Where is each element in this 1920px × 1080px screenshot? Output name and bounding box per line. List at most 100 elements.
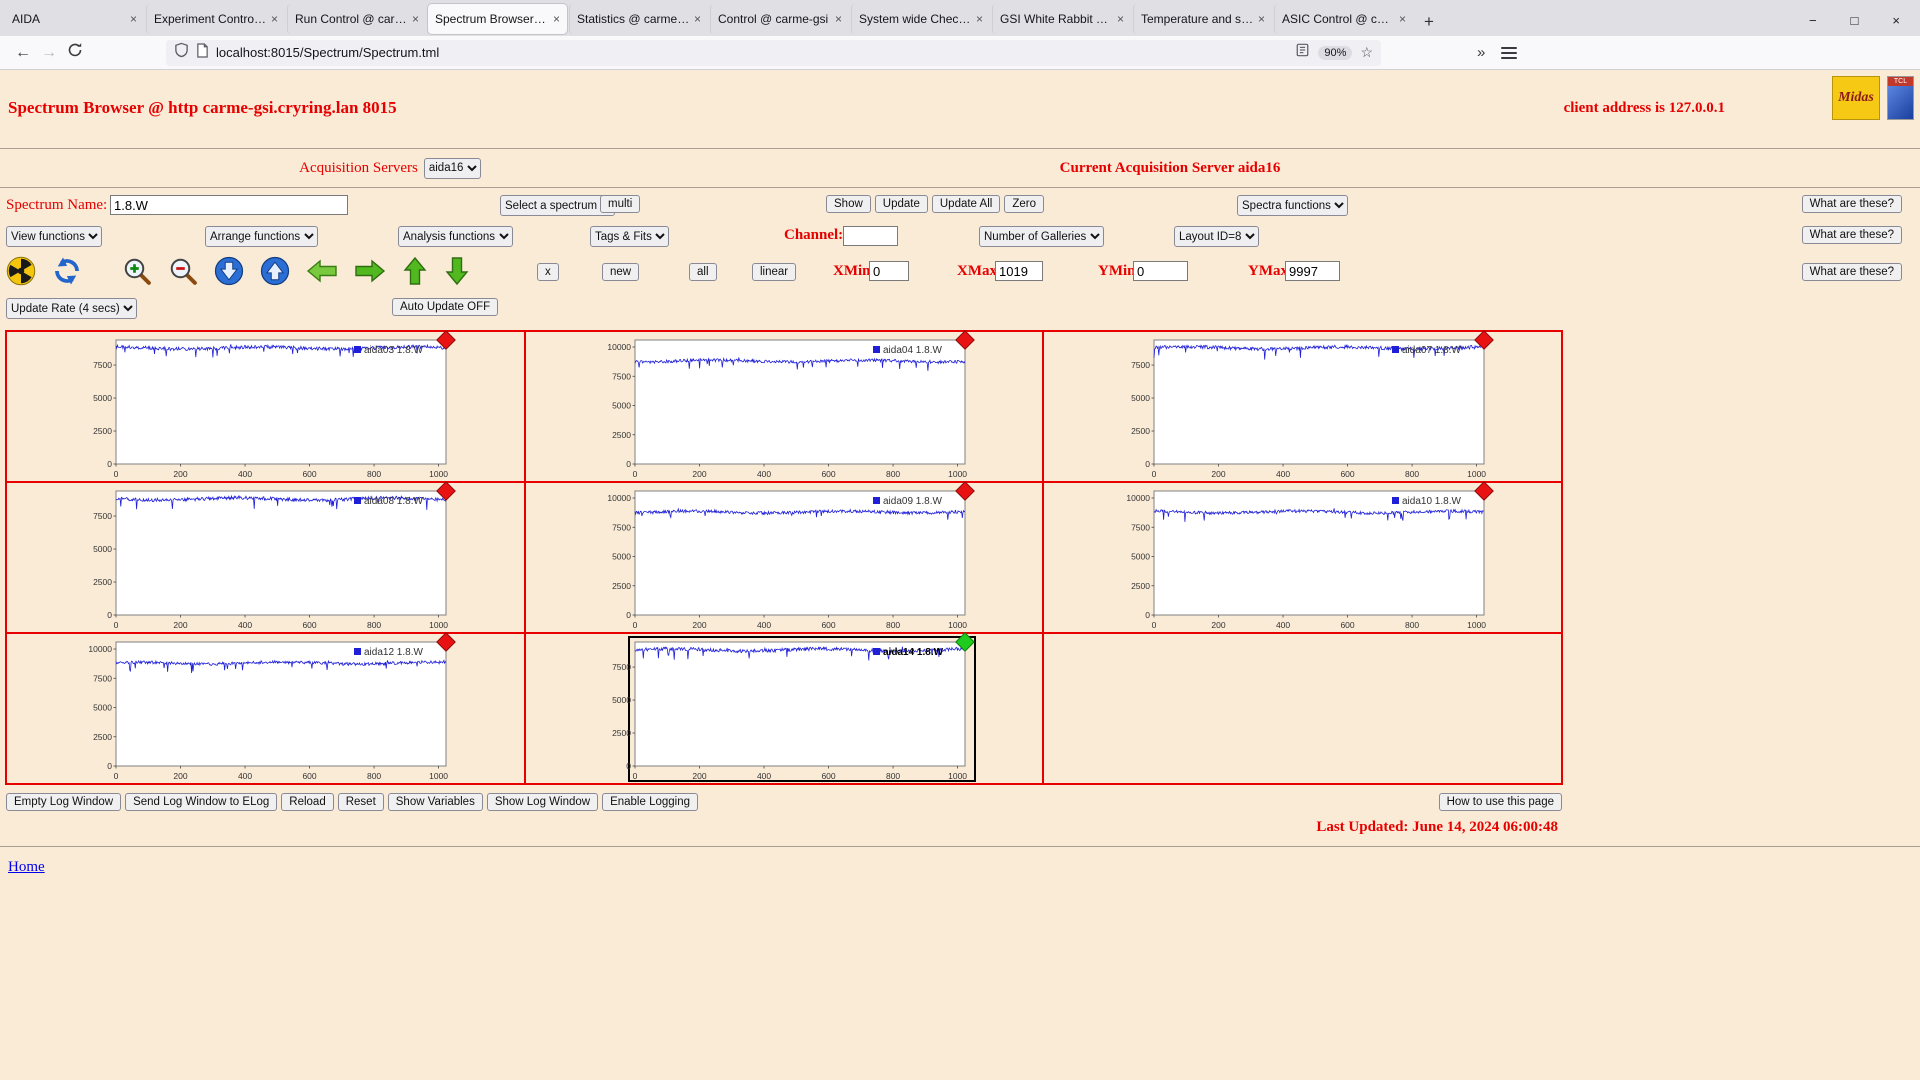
tab-close-icon[interactable]: ×	[1258, 12, 1265, 26]
view-functions-dropdown[interactable]: View functions	[6, 226, 102, 247]
action-button[interactable]: Show	[826, 195, 871, 213]
select-spectrum-dropdown[interactable]: Select a spectrum	[500, 195, 615, 216]
browser-tab[interactable]: AIDA ×	[5, 4, 144, 34]
browser-tab[interactable]: Control @ carme-gsi ×	[710, 4, 849, 34]
tab-close-icon[interactable]: ×	[130, 12, 137, 26]
arrow-right-icon[interactable]	[354, 258, 386, 284]
browser-tab[interactable]: Experiment Control @ carme-gsi ×	[146, 4, 285, 34]
footer-button[interactable]: Reload	[281, 793, 334, 811]
what-are-these-button[interactable]: What are these?	[1801, 226, 1902, 244]
footer-button[interactable]: Enable Logging	[602, 793, 699, 811]
back-button[interactable]: ←	[10, 44, 36, 62]
url-bar[interactable]: localhost:8015/Spectrum/Spectrum.tml 90%…	[166, 39, 1381, 66]
toolbar-new-button[interactable]: new	[602, 263, 640, 281]
svg-text:0: 0	[1145, 459, 1150, 469]
spectra-functions-dropdown[interactable]: Spectra functions	[1237, 195, 1348, 216]
toolbar-x-button[interactable]: x	[537, 263, 559, 281]
tab-close-icon[interactable]: ×	[1399, 12, 1406, 26]
footer-button[interactable]: Send Log Window to ELog	[125, 793, 278, 811]
xmax-input[interactable]	[995, 261, 1043, 281]
xmin-input[interactable]	[869, 261, 909, 281]
what-are-these-button[interactable]: What are these?	[1801, 195, 1902, 213]
home-link[interactable]: Home	[8, 859, 45, 876]
bookmark-star-icon[interactable]: ☆	[1360, 44, 1373, 61]
maximize-button[interactable]: □	[1851, 13, 1859, 28]
arrow-left-icon[interactable]	[306, 258, 338, 284]
tab-close-icon[interactable]: ×	[1117, 12, 1124, 26]
page-info-icon[interactable]	[196, 42, 209, 63]
gallery-cell: 0 2500 5000 7500 0 200 400 600 800 1000 aida08 1.8…	[6, 480, 525, 633]
tab-close-icon[interactable]: ×	[694, 12, 701, 26]
spectrum-panel[interactable]: 0 2500 5000 7500 0 200 400 600 800 1000 aida07 1.8…	[1114, 329, 1494, 480]
spectrum-panel[interactable]: 0 2500 5000 7500 0 200 400 600 800 1000 aida08 1.8…	[76, 480, 457, 631]
galleries-dropdown[interactable]: Number of Galleries	[979, 226, 1104, 247]
toolbar-all-button[interactable]: all	[689, 263, 717, 281]
legend-swatch	[1391, 345, 1399, 353]
arrow-down-icon[interactable]	[444, 256, 470, 286]
action-button[interactable]: Zero	[1004, 195, 1044, 213]
what-are-these-button[interactable]: What are these?	[1801, 263, 1902, 281]
footer-button[interactable]: Show Variables	[387, 793, 483, 811]
spectrum-panel[interactable]: 0 2500 5000 7500 0 200 400 600 800 1000 aida03 1.8…	[76, 329, 457, 480]
layout-id-dropdown[interactable]: Layout ID=8	[1174, 226, 1259, 247]
url-text[interactable]: localhost:8015/Spectrum/Spectrum.tml	[216, 45, 439, 60]
sphere-up-icon[interactable]	[260, 256, 290, 286]
action-button[interactable]: Update	[874, 195, 928, 213]
toolbar-linear-button[interactable]: linear	[752, 263, 797, 281]
reader-mode-icon[interactable]	[1295, 43, 1310, 62]
zoom-in-icon[interactable]	[122, 256, 152, 286]
tab-close-icon[interactable]: ×	[271, 12, 278, 26]
browser-tab[interactable]: Statistics @ carme-gsi ×	[569, 4, 708, 34]
browser-tab[interactable]: GSI White Rabbit Timing ×	[992, 4, 1131, 34]
reload-button[interactable]	[62, 42, 88, 63]
tcl-powered-logo[interactable]: TCL	[1887, 76, 1914, 120]
new-tab-button[interactable]: +	[1414, 12, 1444, 36]
overflow-menu-icon[interactable]: »	[1477, 44, 1485, 61]
channel-input[interactable]	[843, 226, 898, 246]
tab-close-icon[interactable]: ×	[835, 12, 842, 26]
svg-text:0: 0	[626, 459, 631, 469]
spectrum-name-input[interactable]	[110, 195, 348, 215]
footer-button[interactable]: Show Log Window	[486, 793, 599, 811]
refresh-icon[interactable]	[52, 256, 82, 286]
spectrum-panel[interactable]: 0 2500 5000 7500 10000 0 200 400 600 800 1000 aida0…	[595, 329, 975, 480]
browser-tab[interactable]: Spectrum Browser @ localhost ×	[428, 4, 567, 34]
radiation-icon[interactable]	[6, 256, 36, 286]
tab-close-icon[interactable]: ×	[976, 12, 983, 26]
menu-icon[interactable]	[1501, 46, 1518, 59]
footer-button[interactable]: Reset	[337, 793, 384, 811]
arrange-functions-dropdown[interactable]: Arrange functions	[205, 226, 318, 247]
icon-toolbar-row: XMin XMax YMin YMax What are these? x new…	[0, 254, 1910, 294]
close-window-button[interactable]: ×	[1892, 13, 1900, 28]
action-button[interactable]: Update All	[931, 195, 1001, 213]
tab-close-icon[interactable]: ×	[553, 12, 560, 26]
tab-close-icon[interactable]: ×	[412, 12, 419, 26]
midas-logo[interactable]: Midas	[1832, 76, 1880, 120]
zoom-level-badge[interactable]: 90%	[1318, 45, 1353, 60]
spectrum-name-row: Spectrum Name: Select a spectrum multi S…	[0, 193, 1910, 220]
ymin-input[interactable]	[1133, 261, 1188, 281]
how-to-use-button[interactable]: How to use this page	[1438, 793, 1562, 811]
browser-tab[interactable]: Run Control @ carme-gsi ×	[287, 4, 426, 34]
analysis-functions-dropdown[interactable]: Analysis functions	[398, 226, 513, 247]
sphere-down-icon[interactable]	[214, 256, 244, 286]
spectrum-panel[interactable]: 0 2500 5000 7500 10000 0 200 400 600 800 1000 aida1…	[76, 631, 457, 782]
browser-tab[interactable]: System wide Checks @ carme-gsi ×	[851, 4, 990, 34]
tags-fits-dropdown[interactable]: Tags & Fits	[590, 226, 669, 247]
footer-button[interactable]: Empty Log Window	[6, 793, 122, 811]
auto-update-button[interactable]: Auto Update OFF	[392, 298, 499, 316]
minimize-button[interactable]: −	[1809, 13, 1817, 28]
update-rate-dropdown[interactable]: Update Rate (4 secs)	[6, 298, 137, 319]
browser-tab[interactable]: ASIC Control @ carme-gsi ×	[1274, 4, 1413, 34]
ymax-input[interactable]	[1285, 261, 1340, 281]
multi-button[interactable]: multi	[600, 195, 641, 213]
spectrum-panel[interactable]: 0 2500 5000 7500 10000 0 200 400 600 800 1000 aida0…	[595, 480, 975, 631]
spectrum-panel[interactable]: 0 2500 5000 7500 10000 0 200 400 600 800 1000 aida1…	[1114, 480, 1494, 631]
acquisition-server-select[interactable]: aida16	[423, 157, 481, 179]
zoom-out-icon[interactable]	[168, 256, 198, 286]
legend-swatch	[354, 647, 362, 655]
spectrum-panel[interactable]: 0 2500 5000 7500 0 200 400 600 800 1000 aida14 1.8…	[595, 631, 976, 782]
shield-icon[interactable]	[174, 42, 189, 63]
browser-tab[interactable]: Temperature and status ×	[1133, 4, 1272, 34]
arrow-up-icon[interactable]	[402, 256, 428, 286]
